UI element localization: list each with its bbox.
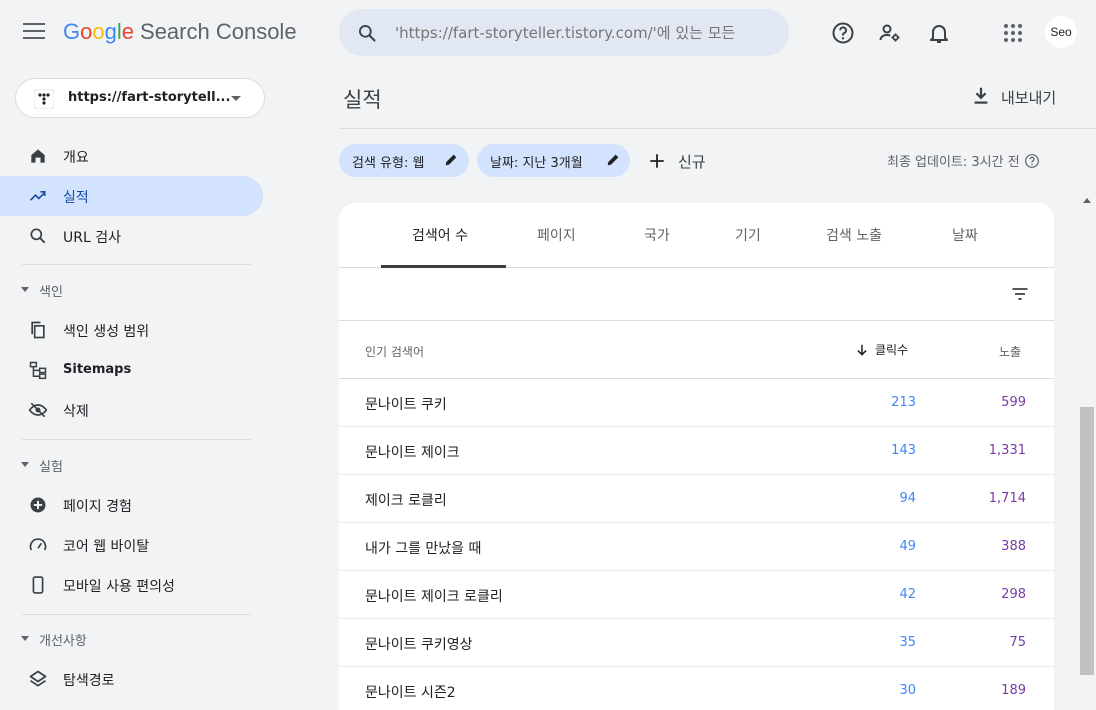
row-query: 내가 그를 만났을 때 xyxy=(365,541,482,557)
tab-dates[interactable]: 날짜 xyxy=(952,225,978,245)
row-impressions: 388 xyxy=(1001,539,1026,554)
nav-removals[interactable]: 삭제 xyxy=(0,390,263,430)
row-query: 문나이트 제이크 xyxy=(365,445,460,461)
header-divider xyxy=(339,128,1096,129)
search-icon xyxy=(30,228,46,244)
property-selector[interactable]: https://fart-storytell... xyxy=(15,78,265,118)
row-clicks: 94 xyxy=(899,491,916,506)
manage-users-icon[interactable] xyxy=(878,21,902,45)
menu-icon[interactable] xyxy=(23,23,45,41)
row-impressions: 1,331 xyxy=(988,443,1026,458)
edit-pencil-icon xyxy=(607,154,619,166)
collapse-icon xyxy=(21,636,29,641)
layers-icon xyxy=(29,670,47,687)
row-query: 문나이트 쿠키영상 xyxy=(365,637,473,653)
row-query: 문나이트 쿠키 xyxy=(365,397,447,413)
nav-sitemaps[interactable]: Sitemaps xyxy=(0,350,263,390)
table-row[interactable]: 문나이트 제이크 143 1,331 xyxy=(339,427,1054,475)
arrow-down-icon xyxy=(857,344,867,356)
page-title: 실적 xyxy=(343,88,382,112)
nav-page-experience[interactable]: 페이지 경험 xyxy=(0,485,263,525)
tab-search-appearance[interactable]: 검색 노출 xyxy=(826,225,882,245)
table-toolbar xyxy=(339,268,1054,321)
row-impressions: 298 xyxy=(1001,587,1026,602)
nav-breadcrumbs[interactable]: 탐색경로 xyxy=(0,659,263,699)
row-query: 문나이트 제이크 로클리 xyxy=(365,589,503,605)
notification-bell-icon[interactable] xyxy=(927,21,951,45)
tab-pages[interactable]: 페이지 xyxy=(537,225,576,245)
tab-devices[interactable]: 기기 xyxy=(735,225,761,245)
performance-card: 검색어 수 페이지 국가 기기 검색 노출 날짜 인기 검색어 클릭수 노출 문… xyxy=(339,203,1054,710)
filter-rows-icon[interactable] xyxy=(1010,284,1030,304)
property-url: https://fart-storytell... xyxy=(68,90,231,105)
scroll-up-arrow-icon[interactable] xyxy=(1083,198,1091,203)
nav-mobile-usability[interactable]: 모바일 사용 편의성 xyxy=(0,565,263,605)
plus-icon xyxy=(650,154,664,168)
help-icon[interactable] xyxy=(1024,153,1040,169)
filter-chip-search-type[interactable]: 검색 유형: 웹 xyxy=(339,144,469,177)
nav-performance[interactable]: 실적 xyxy=(0,176,263,216)
divider xyxy=(22,614,251,615)
search-bar[interactable] xyxy=(339,9,789,56)
table-row[interactable]: 내가 그를 만났을 때 49 388 xyxy=(339,523,1054,571)
query-table-body: 문나이트 쿠키 213 599 문나이트 제이크 143 1,331 제이크 로클리 94… xyxy=(339,379,1054,710)
account-avatar[interactable]: Seo xyxy=(1045,16,1077,48)
nav-overview[interactable]: 개요 xyxy=(0,136,263,176)
row-impressions: 189 xyxy=(1001,683,1026,698)
row-query: 제이크 로클리 xyxy=(365,493,447,509)
row-query: 문나이트 시즌2 xyxy=(365,685,456,701)
row-clicks: 49 xyxy=(899,539,916,554)
row-clicks: 143 xyxy=(891,443,916,458)
top-app-bar: GoogleSearch Console Seo xyxy=(0,0,1096,66)
row-impressions: 75 xyxy=(1009,635,1026,650)
tab-queries[interactable]: 검색어 수 xyxy=(412,225,468,245)
row-impressions: 1,714 xyxy=(988,491,1026,506)
table-row[interactable]: 제이크 로클리 94 1,714 xyxy=(339,475,1054,523)
dimension-tabs: 검색어 수 페이지 국가 기기 검색 노출 날짜 xyxy=(339,203,1054,268)
divider xyxy=(22,439,251,440)
search-input[interactable] xyxy=(395,21,755,45)
nav-url-inspection[interactable]: URL 검사 xyxy=(0,216,263,256)
row-clicks: 213 xyxy=(891,395,916,410)
apps-grid-icon[interactable] xyxy=(1001,21,1025,45)
last-updated: 최종 업데이트: 3시간 전 xyxy=(887,151,1040,170)
divider xyxy=(22,264,251,265)
trending-up-icon xyxy=(29,191,46,201)
home-icon xyxy=(31,149,45,163)
tistory-logo-icon xyxy=(34,89,54,109)
add-circle-icon xyxy=(30,497,46,513)
help-icon[interactable] xyxy=(831,21,855,45)
table-header: 인기 검색어 클릭수 노출 xyxy=(339,321,1054,379)
column-header-clicks[interactable]: 클릭수 xyxy=(855,341,908,358)
smartphone-icon xyxy=(32,576,44,594)
table-row[interactable]: 문나이트 시즌2 30 189 xyxy=(339,667,1054,710)
table-row[interactable]: 문나이트 제이크 로클리 42 298 xyxy=(339,571,1054,619)
search-icon[interactable] xyxy=(357,23,377,43)
column-header-query[interactable]: 인기 검색어 xyxy=(365,343,424,360)
speedometer-icon xyxy=(29,538,47,551)
row-clicks: 35 xyxy=(899,635,916,650)
tab-countries[interactable]: 국가 xyxy=(644,225,670,245)
eye-off-icon xyxy=(28,402,48,418)
table-row[interactable]: 문나이트 쿠키 213 599 xyxy=(339,379,1054,427)
nav-index-coverage[interactable]: 색인 생성 범위 xyxy=(0,310,263,350)
row-clicks: 30 xyxy=(899,683,916,698)
edit-pencil-icon xyxy=(445,154,457,166)
filter-chip-date[interactable]: 날짜: 지난 3개월 xyxy=(477,144,630,177)
download-icon xyxy=(974,87,988,104)
copy-pages-icon xyxy=(31,321,45,339)
sitemap-icon xyxy=(29,361,47,380)
scrollbar-thumb[interactable] xyxy=(1080,407,1094,675)
collapse-icon xyxy=(21,287,29,292)
row-impressions: 599 xyxy=(1001,395,1026,410)
column-header-impressions[interactable]: 노출 xyxy=(999,343,1021,360)
collapse-icon xyxy=(21,462,29,467)
row-clicks: 42 xyxy=(899,587,916,602)
nav-core-web-vitals[interactable]: 코어 웹 바이탈 xyxy=(0,525,263,565)
table-row[interactable]: 문나이트 쿠키영상 35 75 xyxy=(339,619,1054,667)
caret-down-icon xyxy=(231,96,241,101)
search-console-logo[interactable]: Google Search Console xyxy=(63,19,297,45)
sidebar: https://fart-storytell... 개요 실적 URL 검사 색… xyxy=(0,66,268,710)
